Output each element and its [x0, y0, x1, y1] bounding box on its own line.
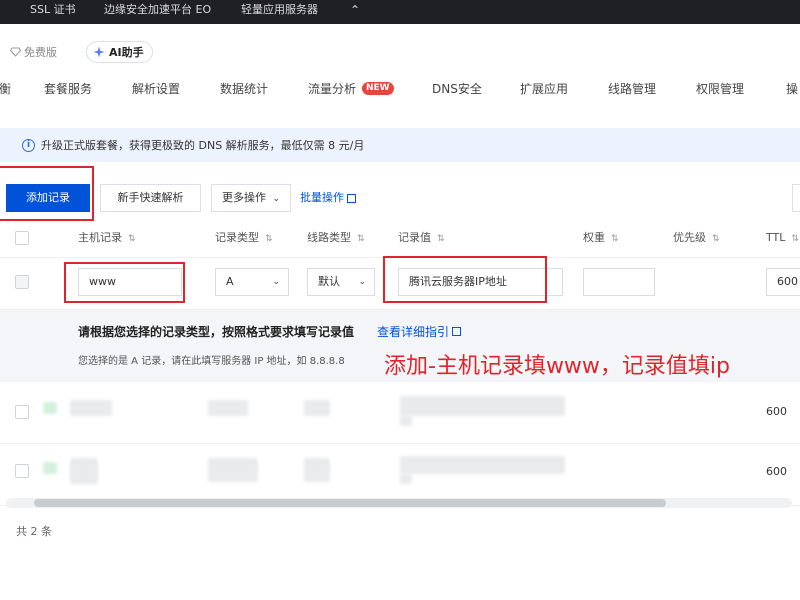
- more-actions-label: 更多操作: [221, 191, 266, 204]
- ttl-input[interactable]: 600: [766, 268, 800, 296]
- more-actions-dropdown[interactable]: 更多操作 ⌄: [211, 184, 291, 212]
- column-header-value[interactable]: 记录值 ⇅: [398, 230, 445, 246]
- tab-partial-left[interactable]: 衡: [0, 80, 11, 98]
- tab-line-management[interactable]: 线路管理: [608, 80, 656, 98]
- redacted-value-extra: [400, 474, 412, 484]
- total-count: 共 2 条: [16, 525, 52, 538]
- edition-badge: 免费版: [6, 42, 63, 62]
- tab-permissions[interactable]: 权限管理: [696, 80, 744, 98]
- redacted-value: [400, 456, 565, 474]
- guide-link-label: 查看详细指引: [377, 325, 450, 339]
- ttl-value: 600: [766, 465, 787, 478]
- redacted-value: [400, 396, 565, 416]
- redacted-line: [304, 400, 330, 416]
- redacted-type: [208, 400, 248, 416]
- row-checkbox[interactable]: [15, 464, 29, 478]
- tab-package[interactable]: 套餐服务: [44, 80, 92, 98]
- redacted-line: [304, 458, 330, 482]
- line-type-value: 默认: [318, 275, 340, 288]
- redacted-block: [43, 402, 57, 414]
- toolbar-search-partial[interactable]: [792, 184, 800, 212]
- row-checkbox[interactable]: [15, 405, 29, 419]
- column-header-priority[interactable]: 优先级 ⇅: [673, 230, 720, 246]
- record-type-select[interactable]: A ⌄: [215, 268, 289, 296]
- highlight-add-record: [0, 166, 94, 221]
- chevron-down-icon: ⌄: [358, 277, 366, 287]
- sort-icon: ⇅: [357, 234, 365, 244]
- sort-icon: ⇅: [437, 234, 445, 244]
- sort-icon: ⇅: [712, 234, 720, 244]
- diamond-icon: [10, 47, 21, 57]
- redacted-value-extra: [400, 416, 412, 426]
- column-header-ttl[interactable]: TTL ⇅: [766, 230, 799, 246]
- chevron-down-icon: ⌄: [272, 194, 281, 204]
- external-link-icon: [452, 327, 462, 336]
- sort-icon: ⇅: [791, 234, 799, 244]
- tab-resolve-settings[interactable]: 解析设置: [132, 80, 180, 98]
- sort-icon: ⇅: [128, 234, 136, 244]
- tab-partial-right[interactable]: 操: [786, 80, 798, 98]
- ai-assistant-label: AI助手: [109, 46, 144, 59]
- batch-actions-label: 批量操作: [300, 191, 344, 204]
- sort-icon: ⇅: [611, 234, 619, 244]
- tab-extensions[interactable]: 扩展应用: [520, 80, 568, 98]
- row-checkbox[interactable]: [15, 275, 29, 289]
- quick-setup-button[interactable]: 新手快速解析: [100, 184, 201, 212]
- tab-dns-security[interactable]: DNS安全: [432, 80, 482, 98]
- chevron-down-icon: ⌄: [272, 277, 280, 287]
- tab-statistics[interactable]: 数据统计: [220, 80, 268, 98]
- ai-assistant-button[interactable]: AI助手: [86, 41, 153, 63]
- new-badge: NEW: [362, 82, 394, 95]
- weight-input[interactable]: [583, 268, 655, 296]
- batch-actions-link[interactable]: 批量操作: [300, 184, 356, 212]
- red-annotation-text: 添加-主机记录填www，记录值填ip: [384, 354, 730, 379]
- column-header-weight[interactable]: 权重 ⇅: [583, 230, 619, 246]
- topbar-link-ssl[interactable]: SSL 证书: [30, 0, 76, 20]
- tip-title: 请根据您选择的记录类型，按照格式要求填写记录值: [78, 325, 355, 339]
- notice-text: 升级正式版套餐，获得更极致的 DNS 解析服务，最低仅需 8 元/月: [41, 139, 365, 152]
- collapse-icon[interactable]: ⌃: [350, 0, 360, 20]
- ttl-value: 600: [766, 405, 787, 418]
- highlight-value-input: [383, 256, 547, 303]
- sort-icon: ⇅: [265, 234, 273, 244]
- line-type-select[interactable]: 默认 ⌄: [307, 268, 375, 296]
- select-all-checkbox[interactable]: [15, 231, 29, 245]
- edition-label: 免费版: [24, 46, 57, 59]
- column-header-type[interactable]: 记录类型 ⇅: [215, 230, 273, 246]
- redacted-block: [43, 462, 57, 474]
- info-icon: i: [22, 138, 35, 152]
- redacted-host: [70, 458, 98, 484]
- topbar-link-eo[interactable]: 边缘安全加速平台 EO: [104, 0, 211, 20]
- tip-subtext: 您选择的是 A 记录，请在此填写服务器 IP 地址，如 8.8.8.8: [78, 356, 345, 367]
- horizontal-scrollbar[interactable]: [6, 498, 792, 508]
- topbar-link-lighthouse[interactable]: 轻量应用服务器: [241, 0, 318, 20]
- top-nav-bar: SSL 证书 边缘安全加速平台 EO 轻量应用服务器 ⌃: [0, 0, 800, 24]
- ai-sparkle-icon: [93, 46, 105, 58]
- highlight-host-input: [64, 262, 185, 303]
- redacted-host: [70, 400, 112, 416]
- redacted-type: [208, 458, 258, 482]
- tab-traffic-analysis[interactable]: 流量分析: [308, 80, 356, 98]
- column-header-line[interactable]: 线路类型 ⇅: [307, 230, 365, 246]
- guide-link[interactable]: 查看详细指引: [377, 323, 462, 340]
- upgrade-notice: i 升级正式版套餐，获得更极致的 DNS 解析服务，最低仅需 8 元/月: [0, 128, 800, 162]
- scrollbar-thumb[interactable]: [34, 499, 666, 507]
- column-header-host[interactable]: 主机记录 ⇅: [78, 230, 136, 246]
- record-type-value: A: [226, 275, 234, 288]
- external-link-icon: [347, 193, 356, 203]
